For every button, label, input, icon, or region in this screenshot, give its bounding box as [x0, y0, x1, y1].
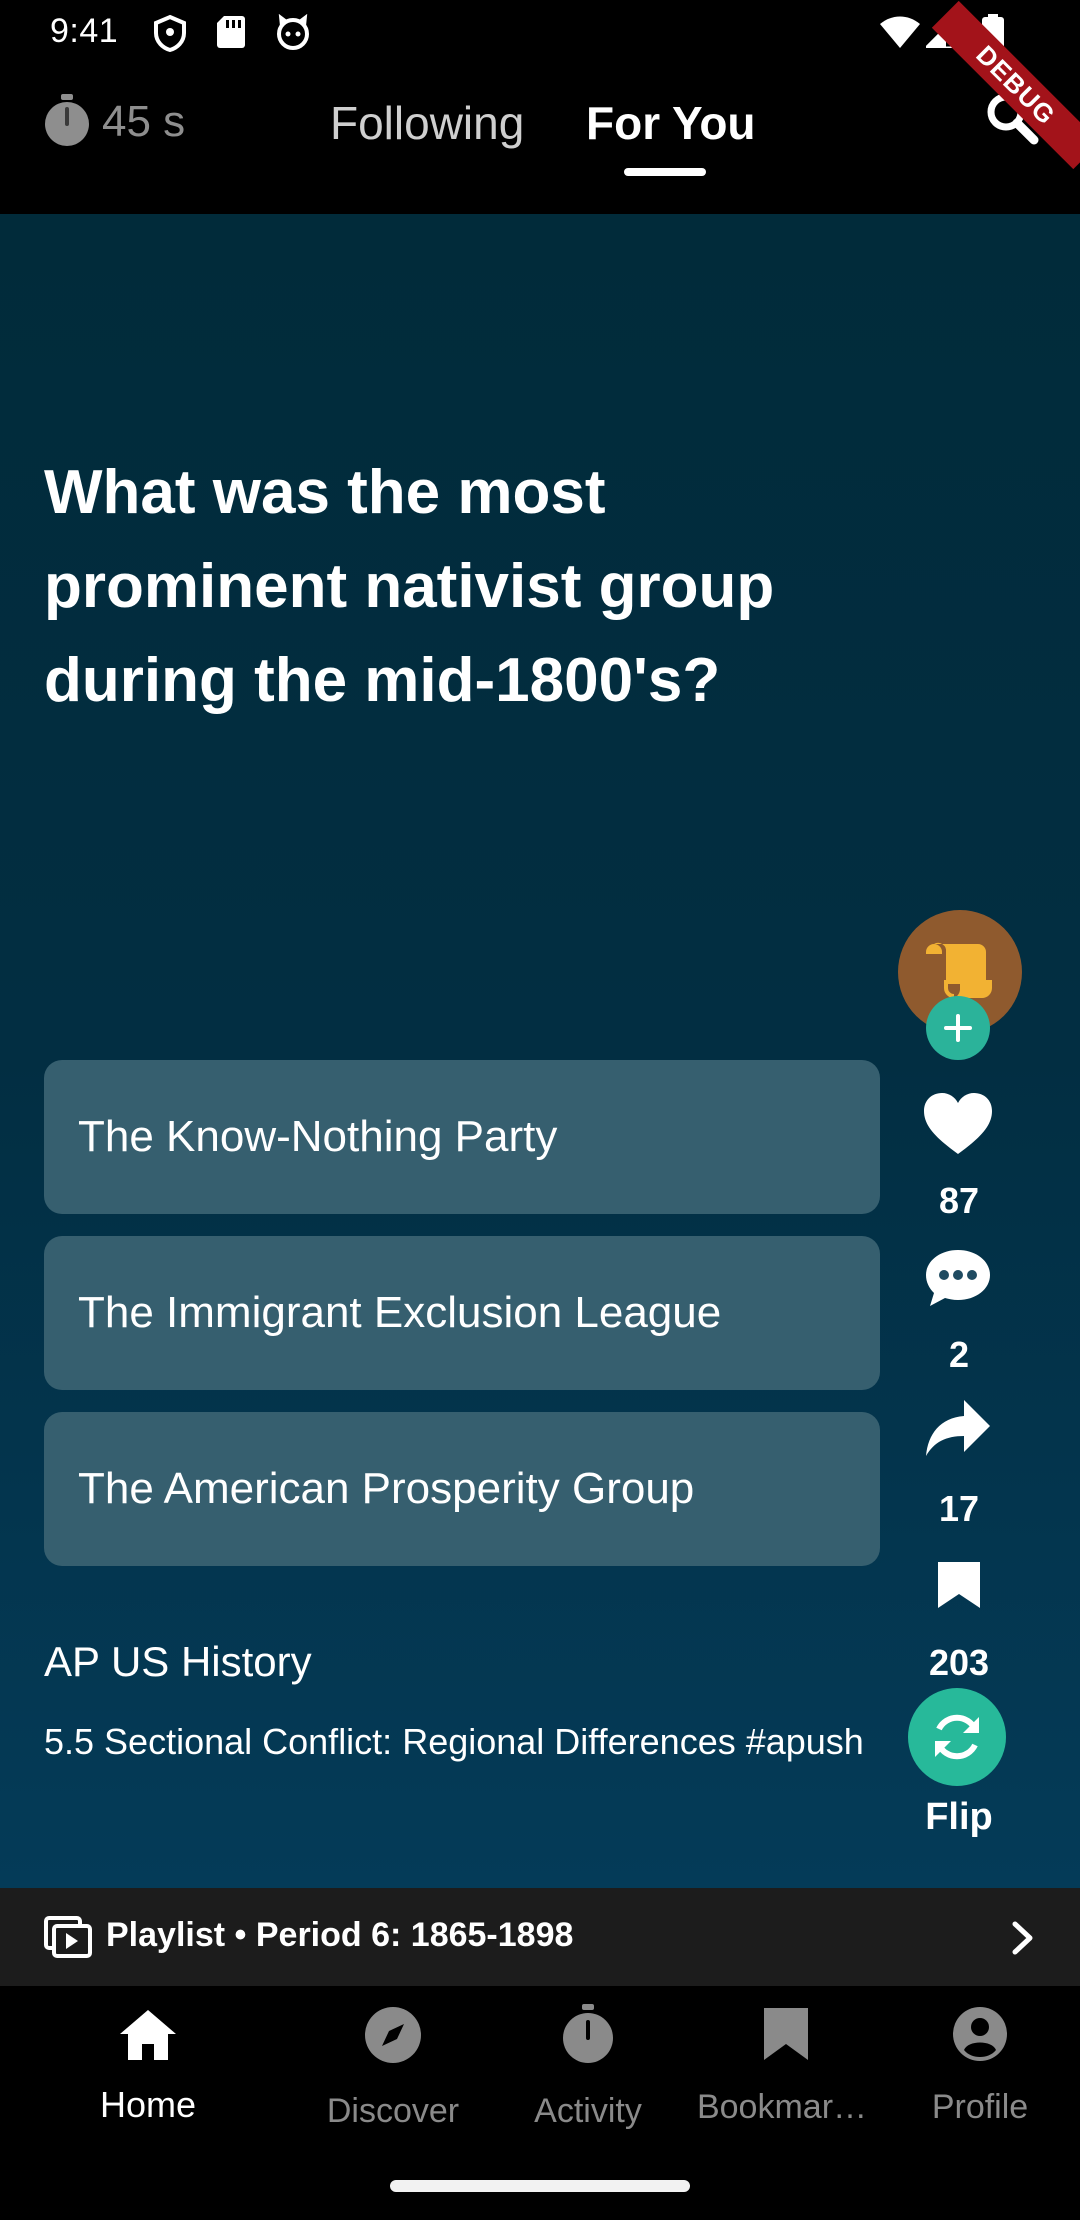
scroll-icon [926, 942, 992, 998]
cat-status-icon [277, 14, 309, 50]
share-icon[interactable] [924, 1398, 992, 1458]
bookmark-icon[interactable] [762, 2006, 810, 2062]
status-time: 9:41 [50, 12, 119, 50]
answer-option-label: The American Prosperity Group [78, 1464, 695, 1513]
bookmark-count: 203 [928, 1642, 990, 1683]
stopwatch-icon[interactable] [42, 94, 92, 148]
flip-button[interactable] [908, 1688, 1006, 1786]
wifi-icon [880, 16, 920, 48]
playlist-label[interactable]: Playlist • Period 6: 1865-1898 [106, 1916, 573, 1955]
plus-icon [944, 1014, 972, 1042]
profile-icon[interactable] [952, 2006, 1008, 2062]
answer-option-label: The Immigrant Exclusion League [78, 1288, 722, 1337]
topic-description: 5.5 Sectional Conflict: Regional Differe… [44, 1721, 864, 1762]
compass-icon[interactable] [364, 2006, 422, 2064]
nav-activity-label[interactable]: Activity [488, 2092, 688, 2131]
answer-option[interactable]: The American Prosperity Group [44, 1412, 880, 1566]
home-indicator[interactable] [390, 2180, 690, 2192]
like-count: 87 [938, 1180, 980, 1221]
timer-value[interactable]: 45 s [102, 97, 185, 147]
nav-home-label[interactable]: Home [48, 2084, 248, 2126]
bookmark-icon[interactable] [936, 1560, 982, 1610]
share-count: 17 [938, 1488, 980, 1529]
nav-discover-label[interactable]: Discover [293, 2092, 493, 2131]
home-icon[interactable] [118, 2008, 178, 2062]
question-text: What was the most prominent nativist gro… [44, 458, 775, 715]
tab-following[interactable]: Following [330, 96, 524, 150]
follow-button[interactable] [926, 996, 990, 1060]
flip-label[interactable]: Flip [899, 1796, 1019, 1839]
tab-for-you[interactable]: For You [586, 96, 756, 150]
comment-count: 2 [948, 1334, 970, 1375]
answer-option[interactable]: The Know-Nothing Party [44, 1060, 880, 1214]
comment-icon[interactable] [924, 1248, 992, 1308]
nav-bookmarks-label[interactable]: Bookmar… [682, 2088, 882, 2127]
chevron-right-icon[interactable] [1010, 1920, 1036, 1956]
answer-option[interactable]: The Immigrant Exclusion League [44, 1236, 880, 1390]
active-tab-indicator [624, 168, 706, 176]
stopwatch-icon[interactable] [561, 2004, 615, 2064]
course-name[interactable]: AP US History [44, 1638, 312, 1686]
heart-icon[interactable] [922, 1092, 994, 1156]
nav-profile-label[interactable]: Profile [880, 2088, 1080, 2127]
answer-option-label: The Know-Nothing Party [78, 1112, 558, 1161]
refresh-icon [935, 1714, 979, 1760]
shield-status-icon [154, 14, 186, 52]
sd-card-status-icon [217, 16, 245, 48]
playlist-icon [44, 1916, 92, 1958]
